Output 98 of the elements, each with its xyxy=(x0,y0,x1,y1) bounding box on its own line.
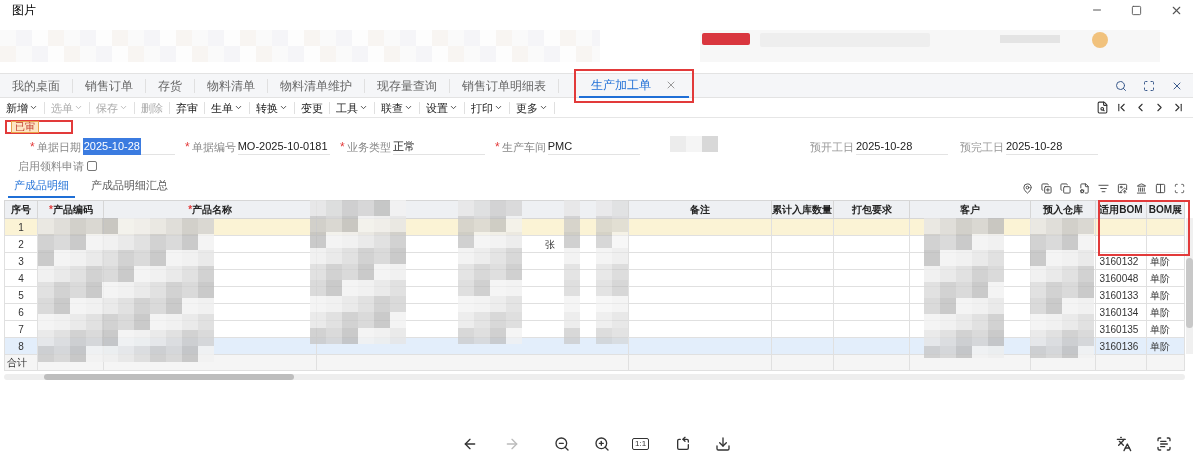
field-label: 预完工日 xyxy=(960,139,1004,155)
first-record-icon[interactable] xyxy=(1115,101,1128,114)
tab[interactable]: 现存量查询 xyxy=(365,78,450,93)
zoom-in-icon[interactable] xyxy=(594,436,610,452)
table-cell: 单阶 xyxy=(1149,289,1170,301)
column-header: 序号 xyxy=(11,204,32,215)
caret-icon xyxy=(449,103,458,112)
tab[interactable]: 销售订单明细表 xyxy=(450,78,559,93)
file-gear-icon[interactable] xyxy=(1079,183,1090,194)
table-cell: 单阶 xyxy=(1149,255,1170,267)
checkbox[interactable] xyxy=(87,161,97,171)
tab[interactable]: 我的桌面 xyxy=(0,78,73,93)
input-field[interactable]: 2025-10-28 xyxy=(1006,139,1098,155)
required-mark: * xyxy=(185,142,190,152)
toolbar-button[interactable]: 弃审 xyxy=(170,101,205,114)
tab[interactable]: 生产加工单 xyxy=(579,73,689,98)
search-icon[interactable] xyxy=(1115,79,1127,92)
caret-icon xyxy=(74,103,83,112)
building-icon[interactable] xyxy=(1136,183,1147,194)
preview-icon[interactable] xyxy=(1096,101,1109,114)
horizontal-scrollbar[interactable] xyxy=(4,374,1185,380)
table-cell: 单阶 xyxy=(1149,306,1170,318)
window-title: 图片 xyxy=(12,2,36,19)
field-label: 单据日期 xyxy=(36,139,81,155)
toolbar-button[interactable]: 新增 xyxy=(0,101,45,114)
sub-tab[interactable]: 产成品明细 xyxy=(8,176,75,198)
image-icon[interactable] xyxy=(1117,183,1128,194)
download-icon[interactable] xyxy=(715,436,732,452)
column-header: *产品名称 xyxy=(187,204,233,215)
caret-icon xyxy=(234,103,243,112)
tab[interactable]: 物料清单维护 xyxy=(268,78,365,93)
text-scan-icon[interactable] xyxy=(1156,436,1173,452)
filter-icon[interactable] xyxy=(1098,183,1109,194)
maximize-icon[interactable] xyxy=(1131,4,1142,16)
toolbar-button[interactable]: 生单 xyxy=(205,101,250,114)
toolbar-button[interactable]: 转换 xyxy=(250,101,295,114)
field-label: 单据编号 xyxy=(191,139,236,155)
caret-icon xyxy=(29,103,38,112)
caret-icon xyxy=(404,103,413,112)
column-header: *产品编码 xyxy=(47,204,93,215)
checkbox-label: 启用领料申请 xyxy=(18,158,84,174)
sub-tab[interactable]: 产成品明细汇总 xyxy=(85,176,174,198)
table-cell: 3160132 xyxy=(1099,255,1139,267)
table-cell: 张 xyxy=(544,238,555,250)
input-field[interactable]: 2025-10-28 xyxy=(856,139,948,155)
total-label: 合计 xyxy=(7,357,27,368)
input-field[interactable]: MO-2025-10-0181 xyxy=(237,139,330,155)
field-label: 预开工日 xyxy=(810,139,854,155)
required-mark: * xyxy=(340,142,345,152)
column-header: 客户 xyxy=(960,204,981,215)
input-field[interactable]: 正常 xyxy=(392,139,485,155)
location-pin-icon[interactable] xyxy=(1022,183,1033,194)
rotate-icon[interactable] xyxy=(675,436,692,452)
toolbar-button[interactable]: 工具 xyxy=(330,101,375,114)
field-label: 业务类型 xyxy=(346,139,391,155)
vertical-scrollbar[interactable] xyxy=(1186,218,1193,354)
tab[interactable]: 存货 xyxy=(146,78,195,93)
caret-icon xyxy=(119,103,128,112)
copy-icon[interactable] xyxy=(1060,183,1071,194)
last-record-icon[interactable] xyxy=(1172,101,1185,114)
columns-icon[interactable] xyxy=(1155,183,1166,194)
caret-icon xyxy=(279,103,288,112)
copy-plus-icon[interactable] xyxy=(1041,183,1052,194)
toolbar-button[interactable]: 联查 xyxy=(375,101,420,114)
column-header: BOM展 xyxy=(1148,204,1182,215)
table-cell: 3160134 xyxy=(1099,306,1139,318)
table-cell: 3160136 xyxy=(1099,340,1139,352)
toolbar-button[interactable]: 设置 xyxy=(420,101,465,114)
table-cell: 3160135 xyxy=(1099,323,1139,335)
caret-icon xyxy=(539,103,548,112)
table-cell: 3160133 xyxy=(1099,289,1139,301)
field-label: 生产车间 xyxy=(501,139,546,155)
table-cell: 单阶 xyxy=(1149,323,1170,335)
column-header: 备注 xyxy=(689,204,710,215)
status-badge: 已审 xyxy=(11,121,39,133)
back-icon[interactable] xyxy=(462,436,478,452)
column-header: 累计入库数量 xyxy=(772,204,833,215)
required-mark: * xyxy=(495,142,500,152)
toolbar-button[interactable]: 变更 xyxy=(295,101,330,114)
caret-icon xyxy=(359,103,368,112)
column-header: 预入仓库 xyxy=(1043,204,1084,215)
column-header: 适用BOM xyxy=(1099,204,1143,215)
table-cell: 单阶 xyxy=(1149,340,1170,352)
tab[interactable]: 销售订单 xyxy=(73,78,146,93)
toolbar-button[interactable]: 更多 xyxy=(510,101,555,114)
translate-icon[interactable] xyxy=(1116,436,1133,452)
column-header: 打包要求 xyxy=(851,204,892,215)
toolbar-button[interactable]: 打印 xyxy=(465,101,510,114)
required-mark: * xyxy=(30,142,35,152)
table-cell: 单阶 xyxy=(1149,272,1170,284)
zoom-out-icon[interactable] xyxy=(554,436,570,452)
tab[interactable]: 物料清单 xyxy=(195,78,268,93)
table-cell: 3160048 xyxy=(1099,272,1139,284)
actual-size-button[interactable]: 1:1 xyxy=(632,438,650,450)
input-field[interactable]: PMC xyxy=(547,139,640,155)
fullscreen-icon[interactable] xyxy=(1174,183,1185,194)
caret-icon xyxy=(494,103,503,112)
fullscreen-icon[interactable] xyxy=(1143,79,1155,92)
